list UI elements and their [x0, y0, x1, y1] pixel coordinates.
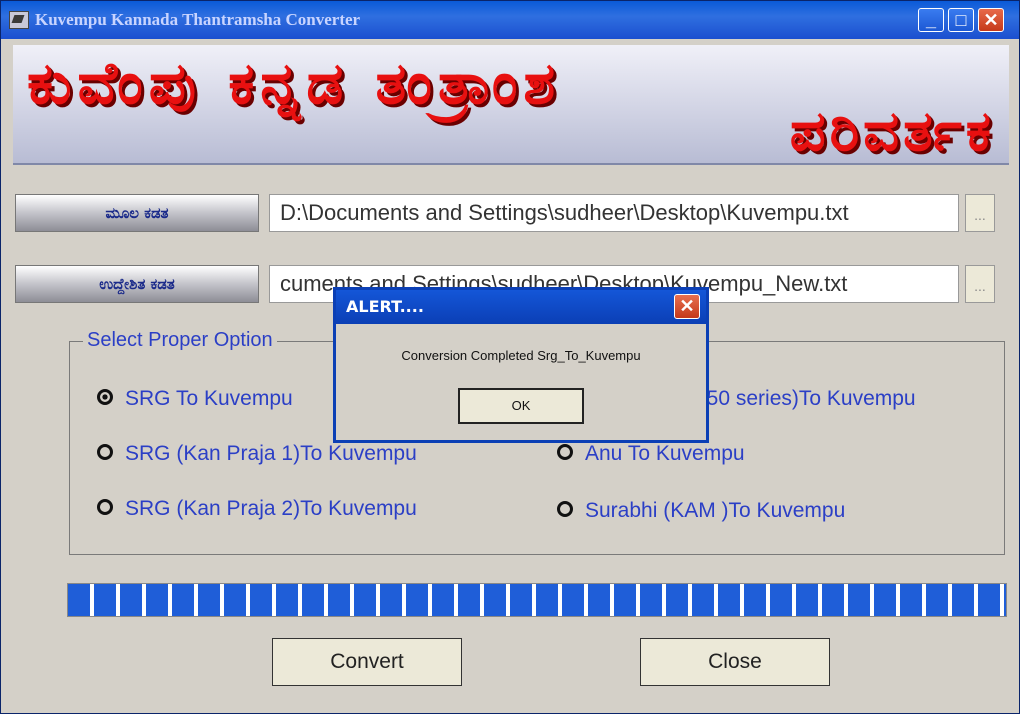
source-file-field[interactable]: D:\Documents and Settings\sudheer\Deskto… [269, 194, 959, 232]
radio-srg-to-kuvempu[interactable]: SRG To Kuvempu [97, 387, 293, 411]
radio-surabhi-kam[interactable]: Surabhi (KAM )To Kuvempu [557, 499, 845, 523]
progress-fill [68, 584, 1006, 616]
banner-title-line2: ಪರಿವರ್ತಕ [789, 99, 995, 164]
options-group-legend: Select Proper Option [83, 329, 277, 352]
radio-unselected-icon [97, 499, 113, 516]
radio-label: 850 series)To Kuvempu [695, 387, 916, 410]
target-browse-button[interactable]: ... [965, 265, 995, 303]
alert-ok-button[interactable]: OK [458, 388, 584, 424]
progress-bar [67, 583, 1007, 617]
radio-850-series[interactable]: 850 series)To Kuvempu [695, 387, 916, 411]
window-title: Kuvempu Kannada Thantramsha Converter [35, 10, 361, 29]
radio-srg-kan-praja-2[interactable]: SRG (Kan Praja 2)To Kuvempu [97, 497, 417, 521]
radio-unselected-icon [557, 444, 573, 461]
title-bar[interactable]: Kuvempu Kannada Thantramsha Converter _ … [1, 1, 1019, 39]
radio-label: SRG (Kan Praja 1)To Kuvempu [125, 442, 417, 465]
convert-button[interactable]: Convert [272, 638, 462, 686]
radio-label: SRG To Kuvempu [125, 387, 293, 410]
banner: ಕುವೆಂಪು ಕನ್ನಡ ತಂತ್ರಾಂಶ ಪರಿವರ್ತಕ [13, 45, 1009, 165]
radio-label: Surabhi (KAM )To Kuvempu [585, 499, 846, 522]
alert-close-button[interactable]: ✕ [674, 294, 700, 319]
banner-title-line1: ಕುವೆಂಪು ಕನ್ನಡ ತಂತ್ರಾಂಶ [27, 49, 562, 117]
maximize-button[interactable]: □ [948, 8, 974, 32]
radio-unselected-icon [97, 444, 113, 461]
close-window-button[interactable]: ✕ [978, 8, 1004, 32]
radio-srg-kan-praja-1[interactable]: SRG (Kan Praja 1)To Kuvempu [97, 442, 417, 466]
alert-dialog: ALERT.... ✕ Conversion Completed Srg_To_… [333, 287, 709, 443]
minimize-button[interactable]: _ [918, 8, 944, 32]
source-browse-button[interactable]: ... [965, 194, 995, 232]
radio-label: Anu To Kuvempu [585, 442, 745, 465]
app-icon [9, 11, 29, 29]
alert-message: Conversion Completed Srg_To_Kuvempu [401, 348, 641, 363]
close-button[interactable]: Close [640, 638, 830, 686]
alert-title: ALERT.... [346, 297, 424, 316]
radio-selected-icon [97, 389, 113, 406]
radio-unselected-icon [557, 501, 573, 518]
source-file-label: ಮೂಲ ಕಡತ [15, 194, 259, 232]
radio-anu-to-kuvempu[interactable]: Anu To Kuvempu [557, 442, 745, 466]
radio-label: SRG (Kan Praja 2)To Kuvempu [125, 497, 417, 520]
alert-title-bar[interactable]: ALERT.... ✕ [336, 290, 706, 324]
main-window: Kuvempu Kannada Thantramsha Converter _ … [0, 0, 1020, 714]
target-file-label: ಉದ್ದೇಶಿತ ಕಡತ [15, 265, 259, 303]
